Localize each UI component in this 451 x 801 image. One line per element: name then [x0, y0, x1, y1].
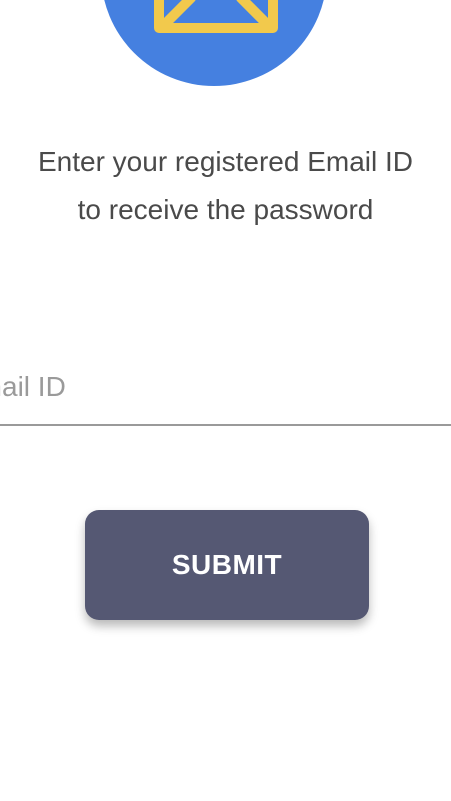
- submit-button[interactable]: SUBMIT: [85, 510, 369, 620]
- instruction-text: Enter your registered Email ID to receiv…: [0, 138, 451, 234]
- instruction-line-2: to receive the password: [77, 194, 374, 225]
- instruction-line-1: Enter your registered Email ID: [37, 146, 414, 177]
- envelope-icon: [154, 0, 278, 33]
- forgot-password-screen: Enter your registered Email ID to receiv…: [0, 0, 451, 801]
- email-id-input[interactable]: [0, 350, 451, 426]
- mail-icon-circle: [101, 0, 327, 86]
